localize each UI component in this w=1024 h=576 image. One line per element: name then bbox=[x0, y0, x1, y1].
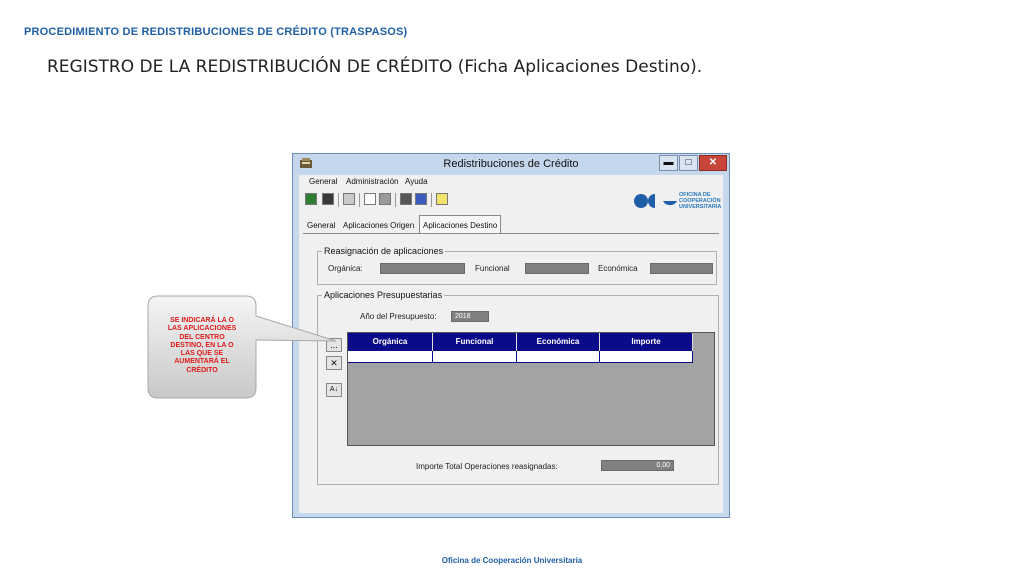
col-economica[interactable]: Económica bbox=[517, 333, 600, 351]
toolbar-separator bbox=[338, 193, 339, 207]
organica-field[interactable] bbox=[380, 263, 465, 274]
callout-text: SE INDICARÁ LA O LAS APLICACIONES DEL CE… bbox=[167, 317, 237, 374]
menu-ayuda[interactable]: Ayuda bbox=[405, 177, 428, 186]
report-icon[interactable] bbox=[415, 193, 427, 205]
table-row[interactable] bbox=[348, 351, 693, 363]
cell-funcional[interactable] bbox=[433, 351, 517, 362]
window-client: General Administración Ayuda OFICINA DE … bbox=[299, 175, 723, 513]
logo-mark-icon bbox=[634, 194, 677, 208]
print-icon[interactable] bbox=[379, 193, 391, 205]
total-field: 0,00 bbox=[601, 460, 674, 471]
menu-administracion[interactable]: Administración bbox=[346, 177, 398, 186]
save-icon[interactable] bbox=[322, 193, 334, 205]
cell-importe[interactable] bbox=[600, 351, 693, 362]
app-window: Redistribuciones de Crédito ▬ □ ✕ Genera… bbox=[292, 153, 730, 518]
funcional-label: Funcional bbox=[475, 264, 510, 273]
cell-economica[interactable] bbox=[517, 351, 600, 362]
toolbar-separator bbox=[395, 193, 396, 207]
help-icon[interactable] bbox=[436, 193, 448, 205]
slide-header: PROCEDIMIENTO DE REDISTRIBUCIONES DE CRÉ… bbox=[24, 26, 408, 38]
cell-organica[interactable] bbox=[348, 351, 433, 362]
toolbar-separator bbox=[359, 193, 360, 207]
economica-field[interactable] bbox=[650, 263, 713, 274]
col-funcional[interactable]: Funcional bbox=[433, 333, 517, 351]
oficina-logo: OFICINA DE COOPERACIÓN UNIVERSITARIA bbox=[633, 190, 723, 212]
funcional-field[interactable] bbox=[525, 263, 589, 274]
organica-label: Orgánica: bbox=[328, 264, 363, 273]
edit-icon[interactable] bbox=[343, 193, 355, 205]
tab-aplicaciones-origen[interactable]: Aplicaciones Origen bbox=[339, 217, 418, 233]
close-button[interactable]: ✕ bbox=[699, 155, 727, 171]
exit-icon[interactable] bbox=[305, 193, 317, 205]
tab-aplicaciones-destino[interactable]: Aplicaciones Destino bbox=[419, 215, 502, 234]
aplicaciones-group: Aplicaciones Presupuestarias Año del Pre… bbox=[317, 290, 719, 485]
tab-panel: Reasignación de aplicaciones Orgánica: F… bbox=[303, 233, 719, 512]
aplicaciones-grid[interactable]: Orgánica Funcional Económica Importe bbox=[347, 332, 715, 446]
slide-title: REGISTRO DE LA REDISTRIBUCIÓN DE CRÉDITO… bbox=[47, 57, 703, 77]
anio-label: Año del Presupuesto: bbox=[360, 312, 437, 321]
slide-footer: Oficina de Cooperación Universitaria bbox=[441, 556, 583, 565]
minimize-button[interactable]: ▬ bbox=[659, 155, 678, 171]
title-bar[interactable]: Redistribuciones de Crédito ▬ □ ✕ bbox=[293, 154, 729, 174]
col-importe[interactable]: Importe bbox=[600, 333, 693, 351]
logo-text: OFICINA DE COOPERACIÓN UNIVERSITARIA bbox=[679, 192, 722, 210]
maximize-button[interactable]: □ bbox=[679, 155, 698, 171]
total-label: Importe Total Operaciones reasignadas: bbox=[416, 462, 558, 471]
anio-field[interactable]: 2018 bbox=[451, 311, 489, 322]
preview-icon[interactable] bbox=[364, 193, 376, 205]
toolbar-separator bbox=[431, 193, 432, 207]
economica-label: Económica bbox=[598, 264, 638, 273]
reasignacion-group: Reasignación de aplicaciones Orgánica: F… bbox=[317, 246, 717, 285]
reasignacion-title: Reasignación de aplicaciones bbox=[322, 246, 446, 256]
tab-general[interactable]: General bbox=[303, 217, 339, 233]
col-organica[interactable]: Orgánica bbox=[348, 333, 433, 351]
grid-header: Orgánica Funcional Económica Importe bbox=[348, 333, 693, 351]
menu-general[interactable]: General bbox=[309, 177, 337, 186]
calc-icon[interactable] bbox=[400, 193, 412, 205]
